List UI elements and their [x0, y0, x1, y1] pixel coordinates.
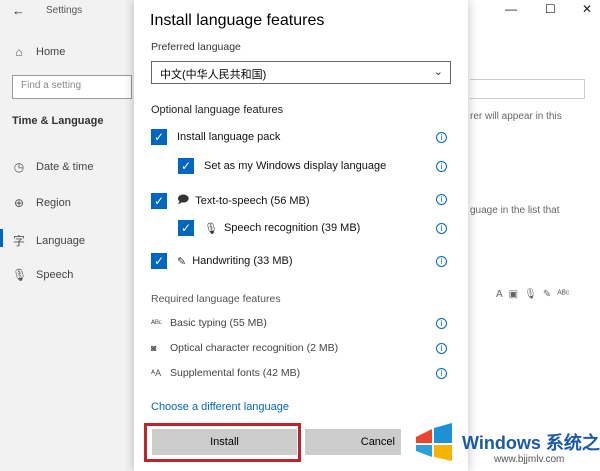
- watermark: Windows 系统之家 www.bjjmlv.com: [412, 421, 600, 471]
- search-input[interactable]: Find a setting: [12, 75, 132, 99]
- option-handwriting[interactable]: ✓ ✎ Handwriting (33 MB): [151, 253, 292, 269]
- required-label: Basic typing (55 MB): [170, 317, 267, 329]
- microphone-icon: 🎙: [204, 222, 218, 235]
- info-icon[interactable]: i: [436, 161, 447, 172]
- sidebar-item-label: Region: [36, 197, 71, 209]
- home-icon: ⌂: [15, 45, 23, 59]
- sidebar-item-label: Date & time: [36, 161, 94, 173]
- sidebar-item-label: Speech: [36, 269, 74, 281]
- windows-logo-icon: [416, 423, 452, 461]
- required-ocr: ◙ Optical character recognition (2 MB): [151, 342, 338, 354]
- checkbox-checked[interactable]: ✓: [178, 220, 194, 236]
- window-title: Settings: [46, 5, 83, 16]
- section-title: Time & Language: [12, 115, 104, 127]
- cancel-button[interactable]: Cancel: [305, 429, 401, 455]
- required-features-label: Required language features: [151, 293, 281, 305]
- info-icon[interactable]: i: [436, 256, 447, 267]
- info-icon[interactable]: i: [436, 318, 447, 329]
- maximize-icon[interactable]: ☐: [545, 2, 556, 16]
- abc-icon: ᴬᴮᶜ: [151, 318, 162, 328]
- globe-icon: ⊕: [13, 196, 25, 210]
- sidebar-item-label: Language: [36, 234, 85, 247]
- install-language-dialog: Install language features Preferred lang…: [134, 0, 468, 471]
- info-icon[interactable]: i: [436, 368, 447, 379]
- required-label: Supplemental fonts (42 MB): [170, 367, 301, 379]
- abc-icon: ᴬᴮᶜ: [557, 289, 570, 300]
- sidebar-item-home[interactable]: ⌂ Home: [12, 45, 65, 59]
- option-text-to-speech[interactable]: ✓ 🗩 Text-to-speech (56 MB): [151, 191, 310, 210]
- watermark-brand: Windows 系统之家: [462, 433, 600, 453]
- settings-sidebar: ← Settings ⌂ Home Find a setting Time & …: [0, 0, 134, 471]
- option-label: Speech recognition (39 MB): [223, 222, 361, 234]
- optional-features-label: Optional language features: [151, 104, 284, 116]
- option-display-language[interactable]: ✓ Set as my Windows display language: [178, 158, 386, 174]
- chevron-down-icon: ⌄: [433, 66, 443, 78]
- required-label: Optical character recognition (2 MB): [170, 342, 339, 354]
- sidebar-item-label: Home: [36, 46, 66, 58]
- sidebar-item-region[interactable]: ⊕ Region: [12, 196, 71, 210]
- language-icon: 字: [12, 234, 25, 248]
- text-to-speech-icon: 🗩: [177, 194, 190, 206]
- info-icon[interactable]: i: [436, 194, 447, 205]
- font-icon: ᴬA: [151, 368, 162, 378]
- checkbox-checked[interactable]: ✓: [151, 192, 167, 209]
- handwriting-icon: ✎: [542, 289, 552, 300]
- option-label: Set as my Windows display language: [204, 160, 387, 172]
- microphone-icon: 🎙: [524, 289, 537, 300]
- preferred-language-select[interactable]: 中文(中华人民共和国) ⌄: [151, 61, 451, 84]
- back-arrow-icon[interactable]: ←: [12, 3, 25, 18]
- sidebar-item-speech[interactable]: 🎙 Speech: [12, 268, 73, 282]
- active-indicator: [0, 229, 3, 247]
- checkbox-checked[interactable]: ✓: [151, 253, 167, 269]
- checkbox-checked[interactable]: ✓: [178, 158, 194, 174]
- watermark-url: www.bjjmlv.com: [494, 454, 565, 465]
- dialog-title: Install language features: [150, 12, 325, 29]
- option-label: Install language pack: [177, 131, 281, 143]
- preferred-language-label: Preferred language: [151, 41, 241, 53]
- background-text: rer will appear in this: [470, 111, 562, 122]
- selected-language: 中文(中华人民共和国): [160, 69, 267, 81]
- close-icon[interactable]: ✕: [582, 2, 592, 16]
- info-icon[interactable]: i: [436, 343, 447, 354]
- feature-icons: A ▣ 🎙 ✎ ᴬᴮᶜ: [496, 289, 569, 300]
- highlight-box: [144, 423, 301, 462]
- calendar-clock-icon: ◷: [13, 160, 25, 174]
- option-label: Text-to-speech (56 MB): [195, 194, 310, 207]
- sidebar-item-date-time[interactable]: ◷ Date & time: [12, 160, 94, 174]
- background-field: [470, 79, 585, 99]
- info-icon[interactable]: i: [436, 132, 447, 143]
- choose-different-language-link[interactable]: Choose a different language: [151, 401, 289, 413]
- camera-icon: ◙: [151, 343, 157, 353]
- sidebar-item-language[interactable]: 字 Language: [12, 232, 85, 249]
- handwriting-icon: ✎: [177, 255, 187, 268]
- option-label: Handwriting (33 MB): [192, 255, 293, 267]
- required-fonts: ᴬA Supplemental fonts (42 MB): [151, 367, 300, 379]
- required-basic-typing: ᴬᴮᶜ Basic typing (55 MB): [151, 317, 267, 329]
- text-to-speech-icon: A: [496, 289, 503, 300]
- info-icon[interactable]: i: [436, 223, 447, 234]
- option-speech-recognition[interactable]: ✓ 🎙 Speech recognition (39 MB): [178, 220, 360, 236]
- background-text: guage in the list that: [470, 205, 560, 216]
- microphone-icon: 🎙: [12, 268, 28, 282]
- display-icon: ▣: [508, 289, 519, 300]
- checkbox-checked[interactable]: ✓: [151, 129, 167, 145]
- option-install-language-pack[interactable]: ✓ Install language pack: [151, 129, 280, 145]
- minimize-icon[interactable]: —: [505, 2, 517, 16]
